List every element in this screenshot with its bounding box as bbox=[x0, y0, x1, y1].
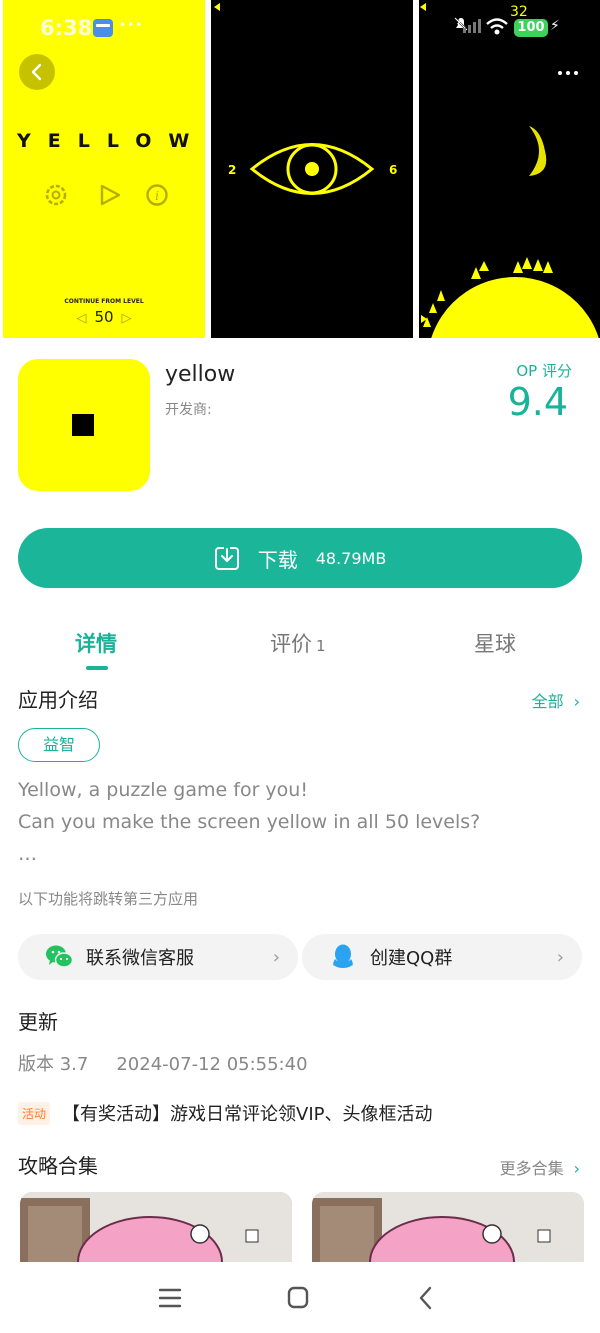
home-icon[interactable] bbox=[278, 1280, 318, 1316]
moon-icon bbox=[529, 126, 547, 176]
chevron-right-icon: › bbox=[272, 946, 280, 968]
review-count: 1 bbox=[316, 637, 326, 655]
right-number: 6 bbox=[389, 163, 398, 177]
score-label: OP 评分 bbox=[516, 362, 572, 380]
arrow-right-icon: ▷ bbox=[121, 311, 132, 326]
message-icon bbox=[93, 19, 113, 37]
chevron-right-icon: › bbox=[573, 1159, 580, 1178]
svg-text:✕: ✕ bbox=[456, 18, 463, 27]
tab-planet[interactable]: 星球 bbox=[474, 628, 516, 658]
version-number: 版本 3.7 bbox=[18, 1054, 89, 1075]
game-title: YELLOW bbox=[17, 130, 205, 152]
guide-card[interactable] bbox=[312, 1192, 584, 1272]
settings-icon bbox=[45, 184, 67, 206]
screenshot-3[interactable]: 32 ✕ 100 ⚡ bbox=[419, 0, 600, 338]
qq-group-button[interactable]: 创建QQ群 › bbox=[302, 934, 582, 980]
guide-thumbnail bbox=[20, 1192, 292, 1272]
corner-marker-icon bbox=[420, 3, 426, 11]
back-icon[interactable] bbox=[406, 1280, 446, 1316]
event-badge: 活动 bbox=[18, 1101, 51, 1125]
battery-badge: 100 bbox=[514, 19, 548, 37]
description-line: Can you make the screen yellow in all 50… bbox=[18, 811, 481, 833]
third-party-note: 以下功能将跳转第三方应用 bbox=[18, 890, 199, 908]
version-info: 版本 3.7 2024-07-12 05:55:40 bbox=[18, 1050, 308, 1076]
status-bar: 32 ✕ 100 ⚡ bbox=[419, 3, 600, 40]
status-time: 6:38 bbox=[40, 16, 93, 40]
developer-label[interactable]: 开发商: bbox=[165, 399, 212, 419]
tab-details[interactable]: 详情 bbox=[75, 628, 117, 658]
level-number: 32 bbox=[510, 4, 528, 20]
event-text: 【有奖活动】游戏日常评论领VIP、头像框活动 bbox=[62, 1104, 433, 1125]
chevron-right-icon: › bbox=[573, 692, 580, 711]
menu-icon[interactable] bbox=[150, 1280, 190, 1316]
tab-label: 星球 bbox=[474, 632, 516, 656]
tab-indicator bbox=[86, 666, 108, 670]
qq-icon bbox=[333, 944, 353, 968]
level-selector: ◁ 50 ▷ bbox=[3, 308, 205, 326]
download-icon bbox=[214, 547, 239, 570]
corner-marker-icon bbox=[214, 3, 220, 11]
event-banner[interactable]: 活动 【有奖活动】游戏日常评论领VIP、头像框活动 bbox=[18, 1100, 433, 1126]
category-tag[interactable]: 益智 bbox=[18, 728, 100, 762]
left-number: 2 bbox=[228, 163, 237, 177]
svg-text:i: i bbox=[155, 189, 159, 203]
intro-more-link[interactable]: 全部 › bbox=[532, 688, 580, 712]
info-icon: i bbox=[146, 184, 168, 206]
guide-card[interactable] bbox=[20, 1192, 292, 1272]
status-dots: ••• bbox=[119, 18, 144, 32]
tab-reviews[interactable]: 评价 1 bbox=[270, 628, 326, 658]
download-button[interactable]: 下载 48.79MB bbox=[18, 528, 582, 588]
chevron-right-icon: › bbox=[556, 946, 564, 968]
guide-thumbnail bbox=[312, 1192, 584, 1272]
service-label: 创建QQ群 bbox=[370, 948, 453, 969]
play-icon bbox=[100, 184, 121, 206]
intro-title: 应用介绍 bbox=[18, 688, 98, 712]
app-icon bbox=[18, 359, 150, 491]
charging-icon: ⚡ bbox=[550, 18, 560, 34]
score-value: 9.4 bbox=[507, 380, 568, 424]
level-number: 50 bbox=[94, 308, 114, 326]
description-ellipsis[interactable]: … bbox=[18, 843, 37, 865]
guides-title: 攻略合集 bbox=[18, 1154, 98, 1178]
update-title: 更新 bbox=[18, 1010, 58, 1034]
update-date: 2024-07-12 05:55:40 bbox=[116, 1054, 308, 1075]
back-icon bbox=[19, 54, 55, 90]
download-label: 下载 bbox=[257, 547, 298, 572]
wechat-icon bbox=[46, 945, 74, 968]
wechat-service-button[interactable]: 联系微信客服 › bbox=[18, 934, 298, 980]
system-nav-bar bbox=[0, 1262, 600, 1333]
screenshot-gallery[interactable]: 6:38 ••• YELLOW i CONTINUE FROM LEVEL ◁ 5… bbox=[0, 0, 600, 338]
eye-icon bbox=[249, 143, 375, 195]
app-icon-square bbox=[72, 414, 94, 436]
signal-icon: ✕ bbox=[456, 18, 481, 33]
tab-label: 评价 bbox=[270, 632, 312, 656]
download-size: 48.79MB bbox=[315, 548, 387, 568]
screenshot-1[interactable]: 6:38 ••• YELLOW i CONTINUE FROM LEVEL ◁ 5… bbox=[3, 0, 205, 338]
description-line: Yellow, a puzzle game for you! bbox=[18, 779, 308, 801]
app-name: yellow bbox=[165, 362, 236, 387]
arrow-left-icon: ◁ bbox=[76, 311, 87, 326]
screenshot-2[interactable]: 2 6 bbox=[211, 0, 413, 338]
tab-label: 详情 bbox=[75, 632, 117, 656]
more-icon bbox=[557, 60, 579, 81]
intro-more-label: 全部 bbox=[531, 692, 564, 711]
detail-tabs: 详情 评价 1 星球 bbox=[0, 620, 600, 672]
sun-icon bbox=[421, 257, 599, 338]
guides-more-label: 更多合集 bbox=[499, 1159, 564, 1178]
service-label: 联系微信客服 bbox=[86, 948, 194, 969]
guides-more-link[interactable]: 更多合集 › bbox=[500, 1155, 580, 1179]
continue-label: CONTINUE FROM LEVEL bbox=[64, 298, 144, 305]
wifi-icon bbox=[486, 18, 508, 35]
